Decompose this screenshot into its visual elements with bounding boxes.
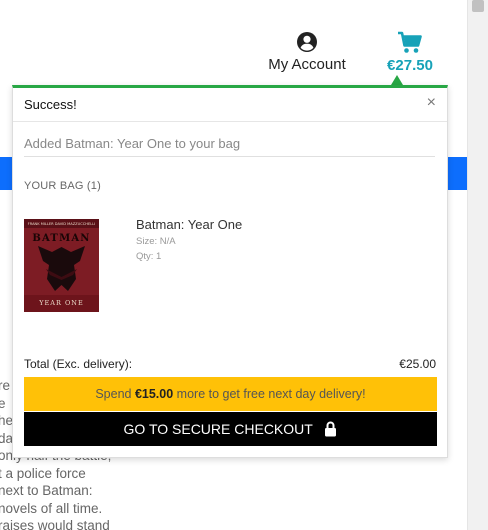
page: My Account €27.50 re e he da only half t… xyxy=(0,0,488,530)
close-icon[interactable]: × xyxy=(427,94,436,112)
popover-header: Success! × xyxy=(13,88,447,122)
cart-link[interactable]: €27.50 xyxy=(380,31,440,74)
secure-checkout-button[interactable]: GO TO SECURE CHECKOUT xyxy=(24,412,437,446)
cover-subtitle: YEAR ONE xyxy=(38,299,83,307)
cover-title: BATMAN xyxy=(32,233,90,244)
book-cover-art: FRANK MILLER DAVID MAZZUCCHELLI BATMAN Y… xyxy=(24,219,99,312)
shopping-cart-icon xyxy=(398,31,422,53)
product-qty: Qty: 1 xyxy=(136,251,162,262)
total-label: Total (Exc. delivery): xyxy=(24,357,133,371)
success-popover: Success! × Added Batman: Year One to you… xyxy=(12,85,448,458)
checkout-label: GO TO SECURE CHECKOUT xyxy=(123,421,313,437)
bag-heading: YOUR BAG (1) xyxy=(24,180,101,192)
delivery-prefix: Spend xyxy=(95,387,135,401)
bg-text-line: t a police force xyxy=(0,465,86,481)
popover-caret xyxy=(391,75,403,85)
product-image: FRANK MILLER DAVID MAZZUCCHELLI BATMAN Y… xyxy=(24,219,99,312)
delivery-amount: €15.00 xyxy=(134,387,174,401)
scrollbar-thumb[interactable] xyxy=(472,0,484,12)
scrollbar[interactable] xyxy=(467,0,488,530)
free-delivery-banner: Spend €15.00 more to get free next day d… xyxy=(24,377,437,411)
total-value: €25.00 xyxy=(399,357,436,371)
bg-text-line: novels of all time. xyxy=(0,500,103,516)
bg-text-line: next to Batman: xyxy=(0,483,93,498)
delivery-suffix: more to get free next day delivery! xyxy=(173,387,366,401)
product-title: Batman: Year One xyxy=(136,217,243,232)
cover-top-text: FRANK MILLER DAVID MAZZUCCHELLI xyxy=(28,222,96,226)
added-to-bag-message: Added Batman: Year One to your bag xyxy=(24,136,241,151)
bg-text-line: raises would stand xyxy=(0,518,110,530)
product-size: Size: N/A xyxy=(136,236,176,247)
divider xyxy=(24,156,435,157)
my-account-link[interactable]: My Account xyxy=(262,31,352,73)
cart-total: €27.50 xyxy=(387,57,433,74)
lock-icon xyxy=(325,421,337,437)
popover-title: Success! xyxy=(24,97,77,112)
user-circle-icon xyxy=(297,32,317,52)
my-account-label: My Account xyxy=(268,56,346,73)
